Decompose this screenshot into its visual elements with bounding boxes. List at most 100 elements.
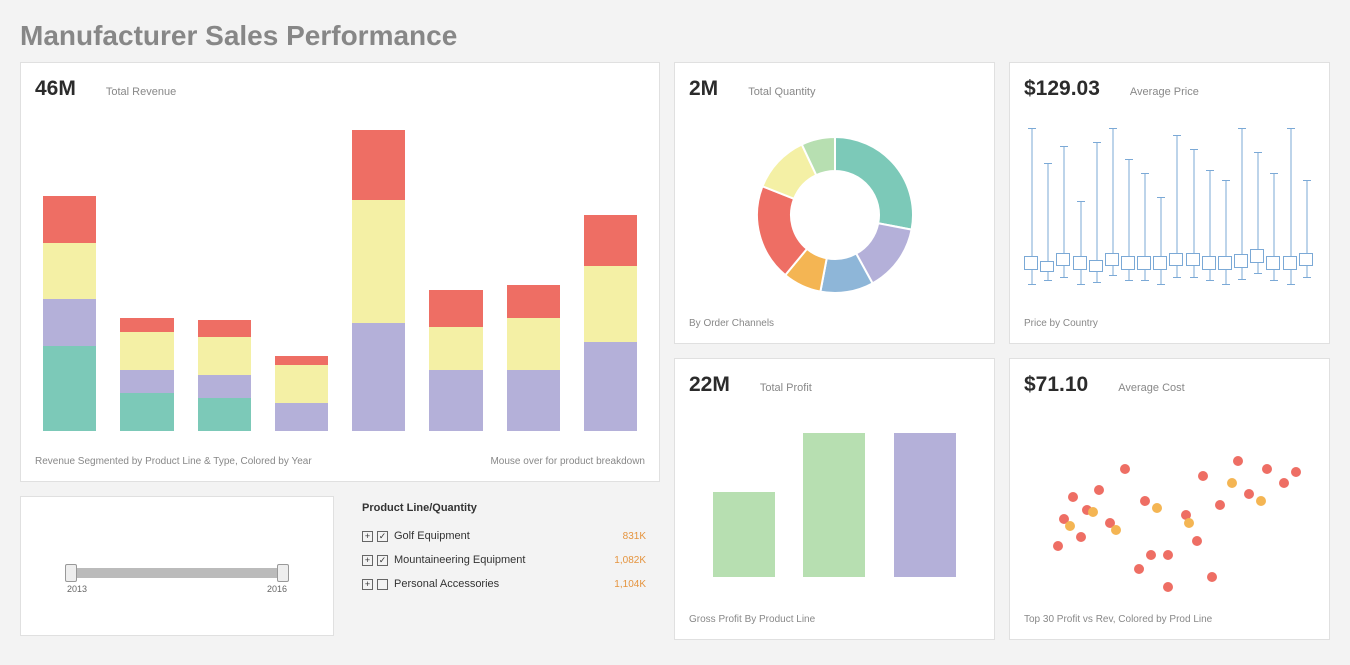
- boxplot-item[interactable]: [1301, 111, 1313, 301]
- tree-row[interactable]: +✓Golf Equipment831K: [362, 524, 646, 548]
- scatter-point[interactable]: [1152, 503, 1162, 513]
- bar-segment[interactable]: [584, 215, 637, 267]
- bar-segment[interactable]: [120, 332, 173, 370]
- scatter-point[interactable]: [1146, 550, 1156, 560]
- bar-segment[interactable]: [429, 327, 482, 369]
- bar-segment[interactable]: [275, 356, 328, 365]
- boxplot-item[interactable]: [1091, 111, 1103, 301]
- boxplot-item[interactable]: [1058, 111, 1070, 301]
- bar[interactable]: [120, 318, 173, 431]
- bar[interactable]: [352, 130, 405, 431]
- scatter-point[interactable]: [1088, 507, 1098, 517]
- scatter-point[interactable]: [1279, 478, 1289, 488]
- scatter-point[interactable]: [1094, 485, 1104, 495]
- boxplot-item[interactable]: [1075, 111, 1087, 301]
- bar-segment[interactable]: [352, 200, 405, 322]
- scatter-point[interactable]: [1207, 572, 1217, 582]
- expand-icon[interactable]: +: [362, 555, 373, 566]
- boxplot-item[interactable]: [1285, 111, 1297, 301]
- bar-segment[interactable]: [584, 342, 637, 431]
- boxplot-item[interactable]: [1042, 111, 1054, 301]
- bar-segment[interactable]: [507, 285, 560, 318]
- profit-bar-chart[interactable]: [689, 407, 980, 577]
- bar-segment[interactable]: [198, 398, 251, 431]
- bar[interactable]: [43, 196, 96, 431]
- boxplot-item[interactable]: [1236, 111, 1248, 301]
- scatter-point[interactable]: [1256, 496, 1266, 506]
- boxplot-item[interactable]: [1155, 111, 1167, 301]
- scatter-point[interactable]: [1198, 471, 1208, 481]
- boxplot-item[interactable]: [1107, 111, 1119, 301]
- scatter-point[interactable]: [1163, 582, 1173, 592]
- scatter-point[interactable]: [1120, 464, 1130, 474]
- bar-segment[interactable]: [507, 318, 560, 370]
- bar-segment[interactable]: [43, 346, 96, 431]
- boxplot-item[interactable]: [1139, 111, 1151, 301]
- scatter-point[interactable]: [1184, 518, 1194, 528]
- scatter-point[interactable]: [1244, 489, 1254, 499]
- bar-segment[interactable]: [198, 375, 251, 399]
- scatter-point[interactable]: [1192, 536, 1202, 546]
- year-slider[interactable]: [67, 568, 287, 578]
- tree-row[interactable]: +Personal Accessories1,104K: [362, 572, 646, 596]
- profit-bar[interactable]: [803, 433, 865, 578]
- boxplot-item[interactable]: [1252, 111, 1264, 301]
- bar[interactable]: [584, 215, 637, 431]
- bar-segment[interactable]: [120, 370, 173, 394]
- scatter-point[interactable]: [1068, 492, 1078, 502]
- profit-bar[interactable]: [894, 433, 956, 578]
- bar-segment[interactable]: [120, 393, 173, 431]
- scatter-point[interactable]: [1140, 496, 1150, 506]
- bar-segment[interactable]: [43, 299, 96, 346]
- bar-segment[interactable]: [584, 266, 637, 341]
- bar-segment[interactable]: [198, 320, 251, 337]
- scatter-point[interactable]: [1227, 478, 1237, 488]
- bar-segment[interactable]: [352, 130, 405, 201]
- scatter-chart[interactable]: [1024, 407, 1315, 614]
- bar-segment[interactable]: [43, 243, 96, 299]
- bar[interactable]: [507, 285, 560, 431]
- bar-segment[interactable]: [198, 337, 251, 375]
- revenue-bar-chart[interactable]: [35, 111, 645, 431]
- bar-segment[interactable]: [120, 318, 173, 332]
- tree-row[interactable]: +✓Mountaineering Equipment1,082K: [362, 548, 646, 572]
- bar-segment[interactable]: [507, 370, 560, 431]
- boxplot-item[interactable]: [1171, 111, 1183, 301]
- expand-icon[interactable]: +: [362, 579, 373, 590]
- scatter-point[interactable]: [1065, 521, 1075, 531]
- bar-segment[interactable]: [275, 403, 328, 431]
- bar-segment[interactable]: [352, 323, 405, 431]
- scatter-point[interactable]: [1233, 456, 1243, 466]
- slider-thumb-start[interactable]: [65, 564, 77, 582]
- boxplot-item[interactable]: [1026, 111, 1038, 301]
- profit-bar[interactable]: [713, 492, 775, 577]
- bar-segment[interactable]: [429, 290, 482, 328]
- checkbox[interactable]: ✓: [377, 531, 388, 542]
- scatter-point[interactable]: [1215, 500, 1225, 510]
- slider-thumb-end[interactable]: [277, 564, 289, 582]
- boxplot-chart[interactable]: [1024, 111, 1315, 301]
- scatter-point[interactable]: [1076, 532, 1086, 542]
- bar-segment[interactable]: [43, 196, 96, 243]
- boxplot-item[interactable]: [1268, 111, 1280, 301]
- boxplot-item[interactable]: [1123, 111, 1135, 301]
- scatter-point[interactable]: [1134, 564, 1144, 574]
- donut-chart[interactable]: [745, 125, 925, 305]
- bar[interactable]: [275, 356, 328, 431]
- donut-slice[interactable]: [835, 137, 913, 230]
- boxplot-item[interactable]: [1204, 111, 1216, 301]
- scatter-point[interactable]: [1291, 467, 1301, 477]
- bar[interactable]: [198, 320, 251, 431]
- boxplot-item[interactable]: [1188, 111, 1200, 301]
- checkbox[interactable]: [377, 579, 388, 590]
- bar-segment[interactable]: [429, 370, 482, 431]
- scatter-point[interactable]: [1163, 550, 1173, 560]
- scatter-point[interactable]: [1262, 464, 1272, 474]
- bar-segment[interactable]: [275, 365, 328, 403]
- checkbox[interactable]: ✓: [377, 555, 388, 566]
- scatter-point[interactable]: [1111, 525, 1121, 535]
- boxplot-item[interactable]: [1220, 111, 1232, 301]
- scatter-point[interactable]: [1053, 541, 1063, 551]
- bar[interactable]: [429, 290, 482, 431]
- expand-icon[interactable]: +: [362, 531, 373, 542]
